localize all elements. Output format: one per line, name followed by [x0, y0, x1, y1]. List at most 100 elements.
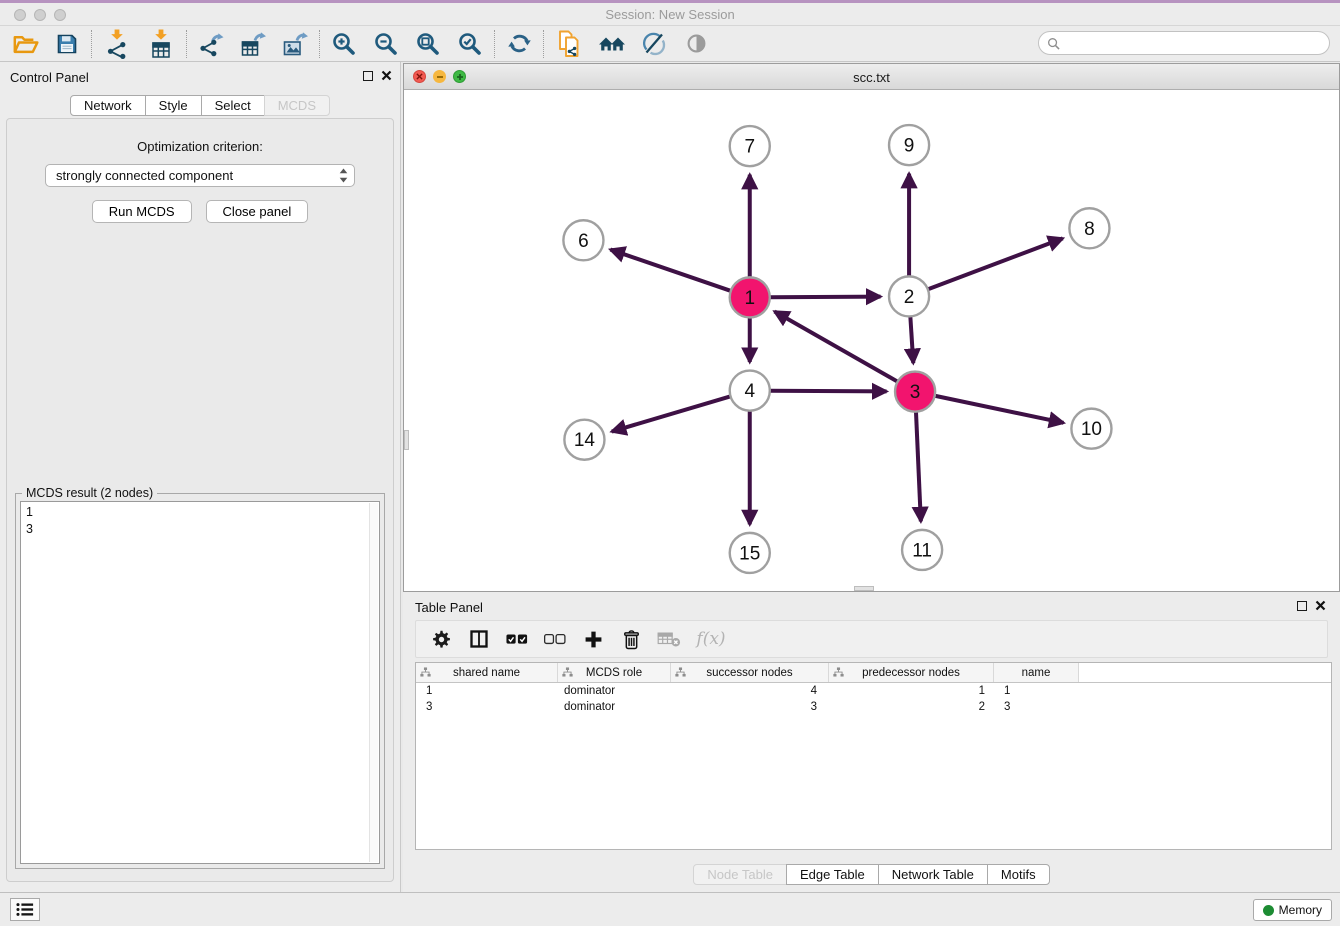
- export-image-button[interactable]: [274, 28, 316, 60]
- zoom-selected-button[interactable]: [449, 28, 491, 60]
- toolbar-separator: [543, 30, 544, 58]
- edge-2-3[interactable]: [910, 316, 913, 363]
- import-network-button[interactable]: [95, 28, 139, 60]
- tab-edge-table[interactable]: Edge Table: [786, 864, 879, 885]
- delete-column-button[interactable]: [614, 624, 648, 654]
- double-home-icon: [598, 32, 626, 56]
- show-hidden-button[interactable]: [675, 28, 717, 60]
- node-label: 6: [578, 231, 589, 252]
- node-label: 10: [1081, 419, 1102, 440]
- tab-mcds[interactable]: MCDS: [264, 95, 330, 116]
- save-session-button[interactable]: [46, 28, 88, 60]
- tab-network[interactable]: Network: [70, 95, 146, 116]
- hide-eye-slash-icon: [641, 31, 667, 57]
- splitter-grip-horizontal[interactable]: [854, 586, 874, 591]
- edge-4-3[interactable]: [769, 391, 886, 392]
- edge-3-11[interactable]: [916, 411, 921, 521]
- zoom-in-button[interactable]: [323, 28, 365, 60]
- run-mcds-button[interactable]: Run MCDS: [92, 200, 192, 223]
- tab-style[interactable]: Style: [145, 95, 202, 116]
- cell-name[interactable]: 3: [994, 701, 1079, 713]
- tab-network-table[interactable]: Network Table: [878, 864, 988, 885]
- cell-shared-name[interactable]: 1: [416, 685, 558, 697]
- mcds-result-text[interactable]: 1 3: [20, 501, 380, 864]
- table-row[interactable]: 1 dominator 4 1 1: [416, 683, 1331, 699]
- select-all-columns-button[interactable]: [500, 624, 534, 654]
- zoom-in-icon: [331, 31, 357, 57]
- cell-predecessor-nodes[interactable]: 1: [829, 685, 994, 697]
- hide-selected-button[interactable]: [633, 28, 675, 60]
- export-network-button[interactable]: [190, 28, 232, 60]
- node-label: 9: [904, 136, 915, 157]
- column-tree-icon: [420, 667, 431, 678]
- zoom-fit-button[interactable]: [407, 28, 449, 60]
- deselect-all-columns-button[interactable]: [538, 624, 572, 654]
- cell-successor-nodes[interactable]: 3: [671, 701, 829, 713]
- node-label: 4: [744, 381, 755, 402]
- dropdown-stepper-icon: [339, 168, 348, 183]
- cell-mcds-role[interactable]: dominator: [558, 685, 671, 697]
- task-history-button[interactable]: [10, 898, 40, 921]
- zoom-out-button[interactable]: [365, 28, 407, 60]
- table-panel-title: Table Panel: [415, 600, 483, 615]
- mcds-tab-body: Optimization criterion: strongly connect…: [6, 118, 394, 882]
- tab-motifs[interactable]: Motifs: [987, 864, 1050, 885]
- criterion-dropdown[interactable]: strongly connected component: [45, 164, 355, 187]
- export-table-button[interactable]: [232, 28, 274, 60]
- splitter-grip-vertical[interactable]: [404, 430, 409, 450]
- cell-shared-name[interactable]: 3: [416, 701, 558, 713]
- tab-select[interactable]: Select: [201, 95, 265, 116]
- cell-mcds-role[interactable]: dominator: [558, 701, 671, 713]
- cell-successor-nodes[interactable]: 4: [671, 685, 829, 697]
- refresh-icon: [507, 31, 532, 56]
- float-panel-icon[interactable]: [363, 71, 373, 81]
- table-settings-button[interactable]: [424, 624, 458, 654]
- network-overview-button[interactable]: [591, 28, 633, 60]
- memory-button[interactable]: Memory: [1253, 899, 1332, 921]
- column-header-name[interactable]: name: [994, 663, 1079, 682]
- edge-1-2[interactable]: [769, 297, 880, 298]
- edge-3-1[interactable]: [775, 312, 899, 382]
- memory-button-label: Memory: [1279, 903, 1322, 917]
- cell-predecessor-nodes[interactable]: 2: [829, 701, 994, 713]
- control-panel-title: Control Panel: [10, 70, 89, 85]
- open-session-button[interactable]: [4, 28, 46, 60]
- float-panel-icon[interactable]: [1297, 601, 1307, 611]
- search-input[interactable]: [1065, 34, 1329, 52]
- app-title: Session: New Session: [0, 7, 1340, 22]
- edge-1-6[interactable]: [610, 250, 731, 291]
- edge-2-8[interactable]: [927, 238, 1062, 289]
- delete-table-icon: [657, 630, 681, 648]
- column-header-mcds-role[interactable]: MCDS role: [558, 663, 671, 682]
- column-header-shared-name[interactable]: shared name: [416, 663, 558, 682]
- show-eye-disabled-icon: [684, 31, 709, 56]
- control-panel-tabs: Network Style Select MCDS: [0, 95, 400, 116]
- close-panel-button[interactable]: Close panel: [206, 200, 309, 223]
- export-table-icon: [240, 31, 266, 57]
- cell-name[interactable]: 1: [994, 685, 1079, 697]
- unchecked-boxes-icon: [544, 634, 566, 645]
- result-scrollbar[interactable]: [369, 503, 378, 862]
- column-label: shared name: [453, 667, 520, 679]
- add-column-button[interactable]: [576, 624, 610, 654]
- edge-4-14[interactable]: [612, 396, 731, 431]
- task-list-icon: [16, 902, 34, 917]
- edge-3-10[interactable]: [934, 396, 1063, 423]
- network-canvas[interactable]: 7968124314101511: [404, 90, 1339, 591]
- column-header-predecessor-nodes[interactable]: predecessor nodes: [829, 663, 994, 682]
- network-graph[interactable]: 7968124314101511: [404, 90, 1339, 591]
- close-panel-icon[interactable]: [381, 70, 392, 81]
- column-header-successor-nodes[interactable]: successor nodes: [671, 663, 829, 682]
- import-table-button[interactable]: [139, 28, 183, 60]
- refresh-view-button[interactable]: [498, 28, 540, 60]
- clone-network-button[interactable]: [547, 28, 591, 60]
- network-window-titlebar[interactable]: scc.txt: [404, 64, 1339, 90]
- node-label: 7: [744, 137, 755, 158]
- tab-node-table[interactable]: Node Table: [693, 864, 787, 885]
- mcds-result-title: MCDS result (2 nodes): [22, 486, 157, 500]
- close-panel-icon[interactable]: [1315, 600, 1326, 611]
- toolbar-separator: [319, 30, 320, 58]
- trash-icon: [622, 629, 641, 650]
- column-layout-button[interactable]: [462, 624, 496, 654]
- table-row[interactable]: 3 dominator 3 2 3: [416, 699, 1331, 715]
